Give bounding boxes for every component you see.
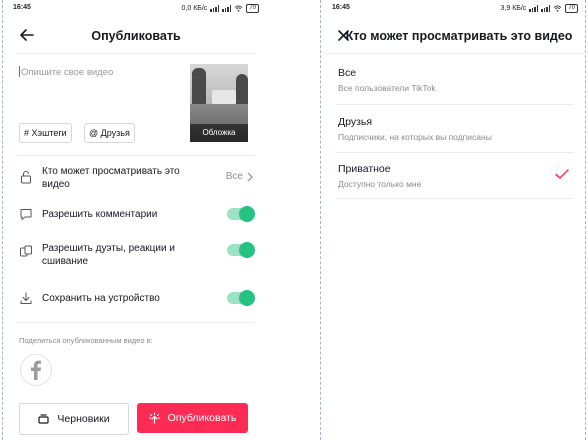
option-everyone[interactable]: Все Все пользователи TikTok <box>338 67 574 93</box>
option-subtitle: Доступно только мне <box>338 179 422 189</box>
option-subtitle: Подписчики, на которых вы подписаны <box>338 132 492 142</box>
share-divider <box>17 322 255 323</box>
option-title: Друзья <box>338 116 373 128</box>
option-divider <box>336 104 574 105</box>
section-divider <box>17 155 255 156</box>
header-divider <box>326 53 584 54</box>
signal-icon-2 <box>222 5 232 12</box>
wifi-icon <box>235 5 243 12</box>
option-private[interactable]: Приватное Доступно только мне <box>338 163 574 189</box>
text-cursor <box>19 66 20 77</box>
check-icon <box>555 169 569 179</box>
thumb-tree <box>192 68 206 104</box>
visibility-screen: 16:45 3,9 КБ/с 70 Кто может просматриват… <box>326 0 584 440</box>
status-time: 16:45 <box>13 4 31 11</box>
duet-icon <box>20 245 32 257</box>
chevron-right-icon <box>247 172 253 182</box>
facebook-share-button[interactable] <box>20 354 52 386</box>
duets-label: Разрешить дуэты, реакции и сшивание <box>42 243 175 267</box>
wifi-icon <box>554 5 562 12</box>
share-label: Поделиться опубликованным видео в: <box>19 336 153 345</box>
option-divider <box>336 152 574 153</box>
publish-screen: 16:45 0,0 КБ/с 70 Опубликовать Опишите с… <box>7 0 265 440</box>
thumb-tree-2 <box>236 74 248 104</box>
network-speed: 3,9 КБ/с <box>500 5 527 12</box>
comments-label: Разрешить комментарии <box>42 209 158 220</box>
drafts-icon <box>38 414 49 424</box>
option-title: Приватное <box>338 163 391 175</box>
publish-icon <box>148 412 160 424</box>
toggle-knob <box>239 206 255 222</box>
publish-label: Опубликовать <box>167 412 237 424</box>
hashtags-chip[interactable]: # Хэштеги <box>19 123 72 143</box>
comment-icon <box>20 209 32 220</box>
comments-row: Разрешить комментарии <box>19 206 255 222</box>
comments-toggle[interactable] <box>227 206 255 222</box>
publish-button[interactable]: Опубликовать <box>137 403 248 433</box>
option-title: Все <box>338 67 357 79</box>
visibility-value: Все <box>225 171 243 182</box>
video-cover-thumbnail[interactable]: Обложка <box>190 64 248 142</box>
status-time: 16:45 <box>332 4 350 11</box>
description-input[interactable]: Опишите свое видео <box>19 66 113 78</box>
header: Кто может просматривать это видео <box>326 24 584 48</box>
thumb-bus <box>212 90 236 104</box>
battery-icon: 70 <box>246 4 259 13</box>
battery-icon: 70 <box>565 4 578 13</box>
cover-label[interactable]: Обложка <box>190 124 248 142</box>
page-title: Кто может просматривать это видео <box>345 29 573 43</box>
friends-chip[interactable]: @ Друзья <box>84 123 135 143</box>
signal-icon <box>529 5 539 12</box>
lock-icon <box>21 171 31 184</box>
toggle-knob <box>239 290 255 306</box>
drafts-label: Черновики <box>57 413 110 425</box>
status-bar: 16:45 3,9 КБ/с 70 <box>332 4 578 16</box>
save-row: Сохранить на устройство <box>19 290 255 306</box>
page-title: Опубликовать <box>91 29 181 43</box>
signal-icon <box>210 5 220 12</box>
facebook-icon <box>31 360 41 380</box>
header-divider <box>17 53 255 54</box>
header: Опубликовать <box>7 24 265 48</box>
description-placeholder: Опишите свое видео <box>21 67 114 78</box>
visibility-row[interactable]: Кто может просматривать это видео Все <box>19 164 255 192</box>
duets-toggle[interactable] <box>227 242 255 258</box>
download-icon <box>20 292 32 304</box>
save-label: Сохранить на устройство <box>42 293 160 304</box>
network-speed: 0,0 КБ/с <box>181 5 208 12</box>
option-friends[interactable]: Друзья Подписчики, на которых вы подписа… <box>338 116 574 142</box>
status-bar: 16:45 0,0 КБ/с 70 <box>13 4 259 16</box>
signal-icon-2 <box>541 5 551 12</box>
visibility-label: Кто может просматривать это видео <box>42 166 180 190</box>
option-subtitle: Все пользователи TikTok <box>338 83 436 93</box>
duets-row: Разрешить дуэты, реакции и сшивание <box>19 241 255 271</box>
toggle-knob <box>239 242 255 258</box>
drafts-button[interactable]: Черновики <box>19 403 129 435</box>
save-toggle[interactable] <box>227 290 255 306</box>
option-divider <box>336 198 574 199</box>
